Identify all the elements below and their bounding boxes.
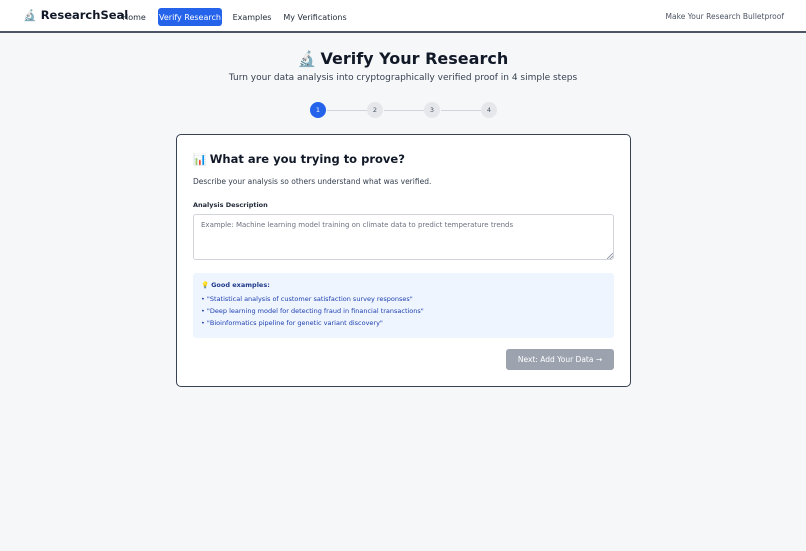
step-connector [327, 109, 368, 111]
example-item: • "Deep learning model for detecting fra… [201, 307, 424, 315]
top-navbar: 🔬 ResearchSeal Home Verify Research Exam… [0, 0, 806, 33]
step-1-indicator: 1 [310, 102, 326, 118]
form-title: 📊 What are you trying to prove? [193, 152, 405, 166]
microscope-icon: 🔬 [297, 50, 317, 68]
good-examples-box: 💡 Good examples: • "Statistical analysis … [193, 273, 614, 338]
nav-my-verifications-link[interactable]: My Verifications [282, 8, 348, 26]
bar-chart-icon: 📊 [193, 153, 207, 166]
progress-stepper: 1 2 3 4 [310, 102, 497, 118]
example-item: • "Statistical analysis of customer sati… [201, 295, 413, 303]
nav-verify-research-link[interactable]: Verify Research [158, 8, 222, 26]
brand-name: ResearchSeal [40, 8, 129, 22]
nav-examples-link[interactable]: Examples [230, 8, 274, 26]
examples-title: 💡 Good examples: [201, 281, 270, 289]
analysis-description-label: Analysis Description [193, 201, 268, 209]
step-form-card: 📊 What are you trying to prove? Describe … [176, 134, 631, 387]
step-3-indicator: 3 [424, 102, 440, 118]
page-title-text: Verify Your Research [320, 49, 509, 68]
page-subtitle: Turn your data analysis into cryptograph… [228, 73, 578, 83]
page-title: 🔬 Verify Your Research [0, 49, 806, 68]
examples-title-text: Good examples: [211, 281, 270, 289]
form-description: Describe your analysis so others underst… [193, 177, 432, 186]
textarea-resize-handle[interactable] [607, 253, 613, 259]
example-item: • "Bioinformatics pipeline for genetic v… [201, 319, 383, 327]
form-title-text: What are you trying to prove? [209, 152, 405, 166]
next-add-data-button[interactable]: Next: Add Your Data → [506, 349, 614, 370]
analysis-description-input[interactable] [193, 214, 614, 260]
step-connector [441, 109, 482, 111]
step-connector [384, 109, 425, 111]
step-4-indicator: 4 [481, 102, 497, 118]
navbar-tagline: Make Your Research Bulletproof [665, 12, 784, 21]
nav-home-link[interactable]: Home [118, 8, 150, 26]
brand-logo[interactable]: 🔬 ResearchSeal [23, 8, 128, 22]
microscope-icon: 🔬 [23, 8, 37, 22]
step-2-indicator: 2 [367, 102, 383, 118]
lightbulb-icon: 💡 [201, 281, 210, 289]
